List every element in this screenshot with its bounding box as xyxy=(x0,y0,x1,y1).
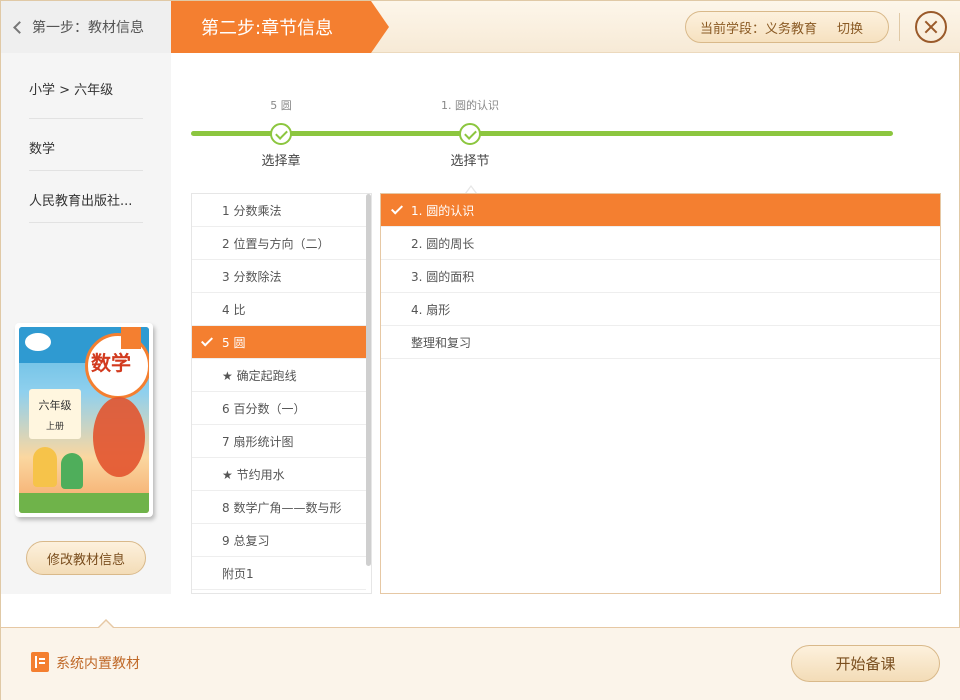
footer-notch-inner xyxy=(98,621,114,629)
chapter-item[interactable]: 1 分数乘法 xyxy=(192,194,366,227)
book-icon xyxy=(31,652,49,672)
chapter-items: 1 分数乘法 2 位置与方向（二） 3 分数除法 4 比 5 圆 ★ 确定起跑线 6 百分数… xyxy=(192,194,371,590)
chapter-item[interactable]: 9 总复习 xyxy=(192,524,366,557)
progress-chapter-value: 5 圆 xyxy=(270,99,292,112)
chapter-item[interactable]: 6 百分数（一） xyxy=(192,392,366,425)
textbook-cover: 数学 六年级 上册 xyxy=(15,323,153,517)
cover-tree-illustration xyxy=(93,397,145,477)
cover-ground-illustration xyxy=(19,493,149,513)
chapter-item[interactable]: 附页1 xyxy=(192,557,366,590)
cover-child-illustration xyxy=(33,447,57,487)
stage-label: 当前学段：义务教育 xyxy=(700,21,818,37)
cover-title: 数学 xyxy=(91,351,131,375)
cover-grade-box: 六年级 上册 xyxy=(29,389,81,439)
bookmark-icon xyxy=(121,327,141,349)
checkmark-icon xyxy=(390,202,404,215)
app-window: 第一步：教材信息 第二步:章节信息 当前学段：义务教育 切换 小学 > 六年级 … xyxy=(0,0,960,700)
step-title: 第二步:章节信息 xyxy=(201,18,334,39)
select-section-label: 选择节 xyxy=(450,154,490,169)
sidebar-divider xyxy=(29,118,143,119)
modify-textbook-button[interactable]: 修改教材信息 xyxy=(26,541,146,575)
sidebar-subject: 数学 xyxy=(29,142,56,157)
close-icon[interactable] xyxy=(915,11,947,43)
textbook-info-sidebar: 小学 > 六年级 数学 人民教育出版社... 数学 六年级 上册 修改教材信息 xyxy=(1,53,171,594)
progress-track xyxy=(191,131,893,136)
step-tab-arrow xyxy=(371,1,389,53)
section-item-label: 整理和复习 xyxy=(411,335,472,350)
chapter-item[interactable]: 3 分数除法 xyxy=(192,260,366,293)
chapter-item-label: 附页1 xyxy=(222,566,254,581)
section-list: 1. 圆的认识 2. 圆的周长 3. 圆的面积 4. 扇形整理和复习 xyxy=(380,193,941,594)
chapter-item[interactable]: 8 数学广角——数与形 xyxy=(192,491,366,524)
cover-child-illustration xyxy=(61,453,83,489)
switch-stage-button[interactable]: 切换 xyxy=(837,18,863,37)
chapter-item[interactable]: 2 位置与方向（二） xyxy=(192,227,366,260)
chapter-item-label: 9 总复习 xyxy=(222,533,270,548)
chapter-item-label: 4 比 xyxy=(222,302,246,317)
chapter-list: 1 分数乘法 2 位置与方向（二） 3 分数除法 4 比 5 圆 ★ 确定起跑线 6 百分数… xyxy=(191,193,372,594)
section-item-label: 2. 圆的周长 xyxy=(411,236,475,251)
section-items: 1. 圆的认识 2. 圆的周长 3. 圆的面积 4. 扇形整理和复习 xyxy=(381,194,940,359)
progress-section-value: 1. 圆的认识 xyxy=(441,99,499,112)
chapter-item[interactable]: ★ 节约用水 xyxy=(192,458,366,491)
chapter-item-label: 3 分数除法 xyxy=(222,269,282,284)
chapter-item[interactable]: ★ 确定起跑线 xyxy=(192,359,366,392)
checkmark-icon xyxy=(459,123,481,145)
sidebar-divider xyxy=(29,170,143,171)
chapter-item-label: 8 数学广角——数与形 xyxy=(222,500,342,515)
select-chapter-label: 选择章 xyxy=(261,154,301,169)
builtin-textbook-label[interactable]: 系统内置教材 xyxy=(56,653,140,673)
section-item-label: 1. 圆的认识 xyxy=(411,203,475,218)
chapter-item-label: ★ 确定起跑线 xyxy=(222,368,297,383)
header-bar: 第一步：教材信息 第二步:章节信息 当前学段：义务教育 切换 xyxy=(1,1,960,53)
section-item-label: 3. 圆的面积 xyxy=(411,269,475,284)
section-item[interactable]: 2. 圆的周长 xyxy=(381,227,940,260)
section-item[interactable]: 4. 扇形 xyxy=(381,293,940,326)
chapter-item-label: 1 分数乘法 xyxy=(222,203,282,218)
section-item-selected[interactable]: 1. 圆的认识 xyxy=(381,194,940,227)
back-to-step-one-tab[interactable]: 第一步：教材信息 xyxy=(1,1,171,53)
chapter-item-label: 5 圆 xyxy=(222,335,246,350)
chapter-item-label: 6 百分数（一） xyxy=(222,401,306,416)
sidebar-divider xyxy=(29,222,143,223)
checkmark-icon xyxy=(270,123,292,145)
sidebar-publisher: 人民教育出版社... xyxy=(29,194,133,209)
start-lesson-button[interactable]: 开始备课 xyxy=(791,645,940,682)
back-tab-label: 第一步：教材信息 xyxy=(32,20,144,36)
publisher-logo-icon xyxy=(25,333,51,351)
cover-grade: 六年级 xyxy=(38,399,72,412)
section-item[interactable]: 整理和复习 xyxy=(381,326,940,359)
chapter-item-selected[interactable]: 5 圆 xyxy=(192,326,366,359)
chapter-item[interactable]: 7 扇形统计图 xyxy=(192,425,366,458)
chapter-item[interactable]: 4 比 xyxy=(192,293,366,326)
header-divider xyxy=(899,13,900,41)
section-item-label: 4. 扇形 xyxy=(411,302,451,317)
stage-pill: 当前学段：义务教育 切换 xyxy=(685,11,889,43)
checkmark-icon xyxy=(200,334,214,347)
chapter-item-label: 7 扇形统计图 xyxy=(222,434,294,449)
sidebar-level: 小学 > 六年级 xyxy=(29,83,114,98)
current-step-tab: 第二步:章节信息 xyxy=(171,1,371,53)
chevron-left-icon xyxy=(13,20,26,34)
textbook-cover-art: 数学 六年级 上册 xyxy=(19,327,149,513)
chapter-item-label: 2 位置与方向（二） xyxy=(222,236,330,251)
cover-volume: 上册 xyxy=(45,422,64,432)
section-item[interactable]: 3. 圆的面积 xyxy=(381,260,940,293)
chapter-item-label: ★ 节约用水 xyxy=(222,467,285,482)
chapter-list-scrollbar[interactable] xyxy=(366,194,371,566)
